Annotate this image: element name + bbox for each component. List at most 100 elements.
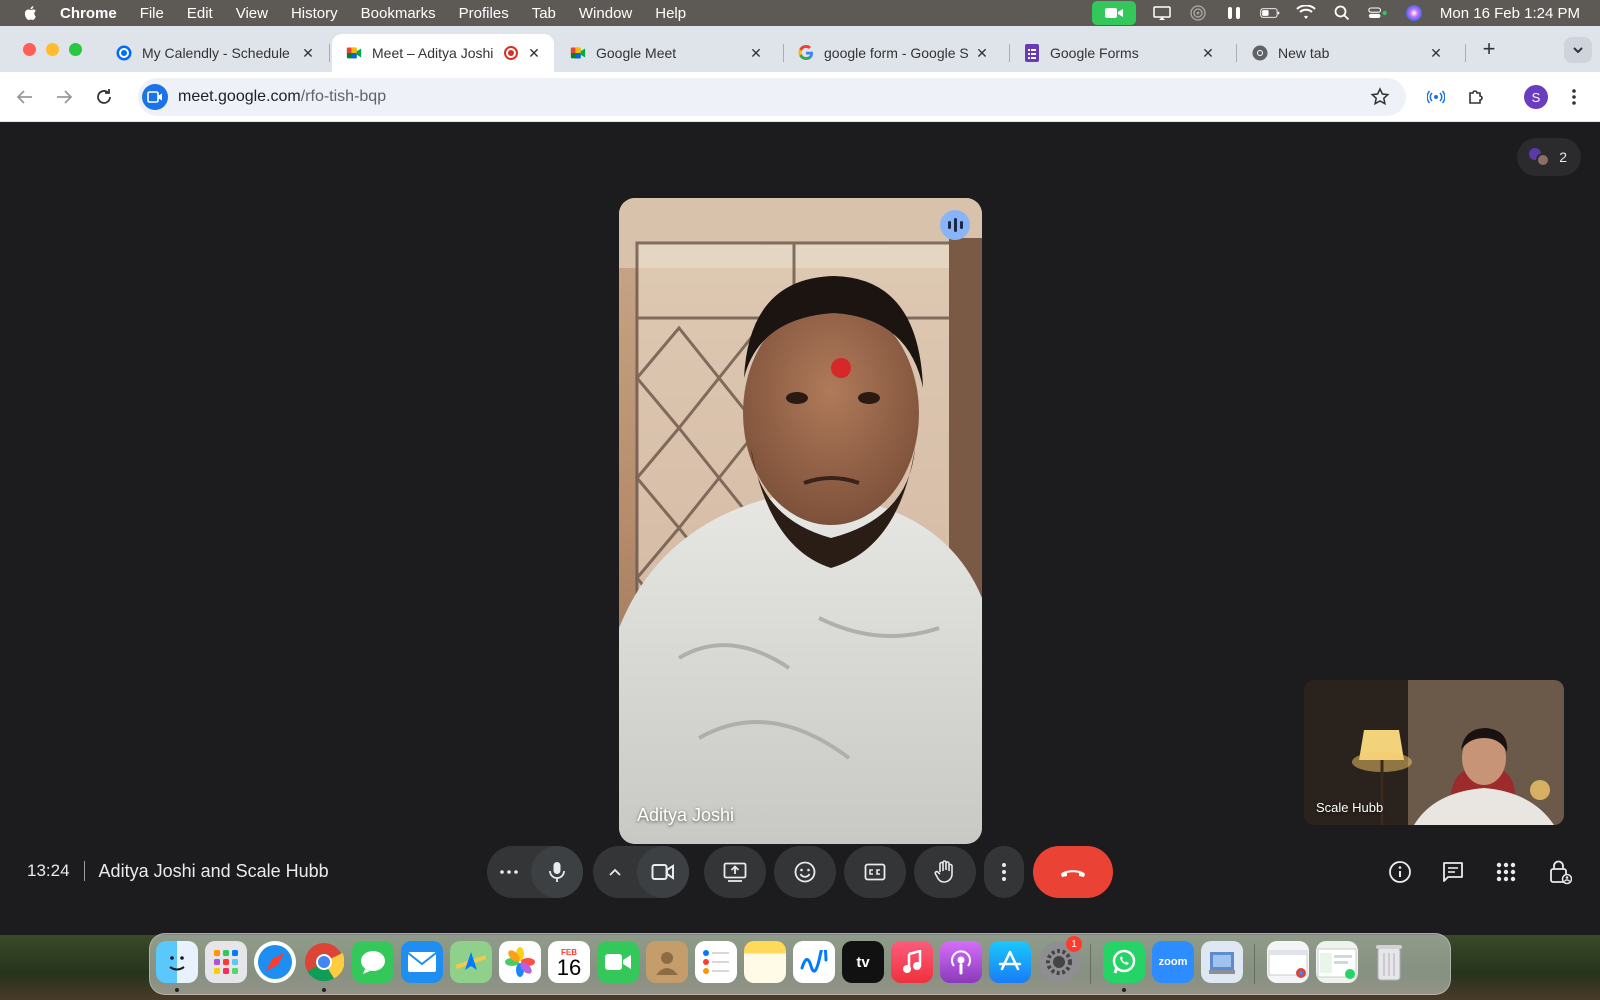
menu-edit[interactable]: Edit [187,5,213,22]
url-text[interactable]: meet.google.com/rfo-tish-bqp [178,88,386,106]
tab-google-meet[interactable]: Google Meet ✕ [556,34,776,72]
address-bar[interactable]: meet.google.com/rfo-tish-bqp [138,78,1406,116]
menu-view[interactable]: View [236,5,268,22]
tab-close-icon[interactable]: ✕ [526,45,542,61]
zoom-label: zoom [1158,956,1188,968]
chrome-dock-icon[interactable] [303,941,345,983]
control-center-icon[interactable] [1368,5,1388,21]
activities-button[interactable] [1492,858,1520,886]
recent-window-whatsapp-thumbnail[interactable] [1316,941,1358,983]
new-tab-button[interactable]: + [1476,36,1502,62]
facetime-icon[interactable] [597,941,639,983]
meeting-details-button[interactable] [1386,858,1414,886]
calendar-icon[interactable]: FEB 16 [548,941,590,983]
emoji-icon [794,861,816,883]
camera-button[interactable] [637,846,689,898]
tab-close-icon[interactable]: ✕ [974,45,990,61]
apple-tv-label: tv [856,953,870,971]
main-participant-tile[interactable]: Aditya Joshi [619,198,982,844]
app-store-icon[interactable] [989,941,1031,983]
tab-close-icon[interactable]: ✕ [748,45,764,61]
preview-icon[interactable] [1201,941,1243,983]
reload-button[interactable] [92,85,116,109]
tab-close-icon[interactable]: ✕ [300,45,316,61]
video-options-button[interactable] [593,868,637,876]
messages-icon[interactable] [352,941,394,983]
siri-icon[interactable] [1404,5,1424,21]
screen-mirroring-icon[interactable] [1152,5,1172,21]
extensions-puzzle-icon[interactable] [1464,85,1488,109]
trash-icon[interactable] [1368,941,1410,983]
notes-icon[interactable] [744,941,786,983]
whatsapp-icon[interactable] [1103,941,1145,983]
reactions-button[interactable] [774,846,836,898]
airdrop-icon[interactable] [1188,5,1208,21]
tab-search-button[interactable] [1564,37,1592,63]
menu-window[interactable]: Window [579,5,632,22]
chat-button[interactable] [1439,858,1467,886]
wifi-icon[interactable] [1296,5,1316,21]
apple-tv-icon[interactable]: tv [842,941,884,983]
back-button[interactable] [13,85,37,109]
contacts-icon[interactable] [646,941,688,983]
window-minimize-button[interactable] [46,43,59,56]
meeting-timer: 13:24 [27,861,70,880]
menu-tab[interactable]: Tab [532,5,556,22]
tab-title: My Calendly - Schedule [142,45,290,61]
self-view-tile[interactable]: Scale Hubb [1304,680,1564,825]
raise-hand-button[interactable] [914,846,976,898]
tab-google-search[interactable]: google form - Google S ✕ [784,34,1002,72]
zoom-icon[interactable]: zoom [1152,941,1194,983]
reminders-icon[interactable] [695,941,737,983]
menu-history[interactable]: History [291,5,338,22]
host-controls-button[interactable] [1546,858,1574,886]
profile-avatar[interactable]: S [1524,85,1548,109]
plus-icon: + [1482,36,1496,61]
microphone-button[interactable] [531,846,583,898]
apps-grid-icon [1496,862,1516,882]
more-options-button[interactable] [984,846,1024,898]
menu-bookmarks[interactable]: Bookmarks [361,5,436,22]
recent-window-chrome-thumbnail[interactable] [1267,941,1309,983]
menu-file[interactable]: File [140,5,164,22]
window-zoom-button[interactable] [69,43,82,56]
tab-meet-active[interactable]: Meet – Aditya Joshi ✕ [332,34,554,72]
battery-icon[interactable] [1260,5,1280,21]
participants-button[interactable]: 2 [1517,138,1581,176]
tab-calendly[interactable]: My Calendly - Schedule ✕ [102,34,328,72]
menu-bar-clock[interactable]: Mon 16 Feb 1:24 PM [1440,5,1580,22]
menu-profiles[interactable]: Profiles [459,5,509,22]
audio-options-button[interactable] [487,870,531,874]
photos-icon[interactable] [499,941,541,983]
video-camera-icon [651,864,674,880]
music-icon[interactable] [891,941,933,983]
freeform-icon[interactable] [793,941,835,983]
self-participant-name: Scale Hubb [1316,800,1384,815]
video-in-use-indicator[interactable] [1091,1,1136,25]
apple-icon[interactable] [22,4,40,22]
leave-call-button[interactable] [1033,846,1113,898]
tab-google-forms[interactable]: Google Forms ✕ [1010,34,1228,72]
tab-close-icon[interactable]: ✕ [1200,45,1216,61]
finder-icon[interactable] [156,941,198,983]
maps-icon[interactable] [450,941,492,983]
present-screen-button[interactable] [704,846,766,898]
site-info-icon[interactable] [142,84,168,110]
bookmark-star-icon[interactable] [1370,87,1390,107]
captions-button[interactable] [844,846,906,898]
window-close-button[interactable] [23,43,36,56]
tab-new-tab[interactable]: New tab ✕ [1238,34,1456,72]
airpods-icon[interactable] [1224,5,1244,21]
forward-button[interactable] [52,85,76,109]
tab-close-icon[interactable]: ✕ [1428,45,1444,61]
podcasts-icon[interactable] [940,941,982,983]
kebab-menu-icon[interactable] [1562,85,1586,109]
safari-icon[interactable] [254,941,296,983]
host-lock-icon [1550,860,1572,885]
media-cast-icon[interactable] [1424,85,1448,109]
launchpad-icon[interactable] [205,941,247,983]
spotlight-search-icon[interactable] [1332,5,1352,21]
menu-app-name[interactable]: Chrome [60,5,117,22]
menu-help[interactable]: Help [655,5,686,22]
mail-icon[interactable] [401,941,443,983]
